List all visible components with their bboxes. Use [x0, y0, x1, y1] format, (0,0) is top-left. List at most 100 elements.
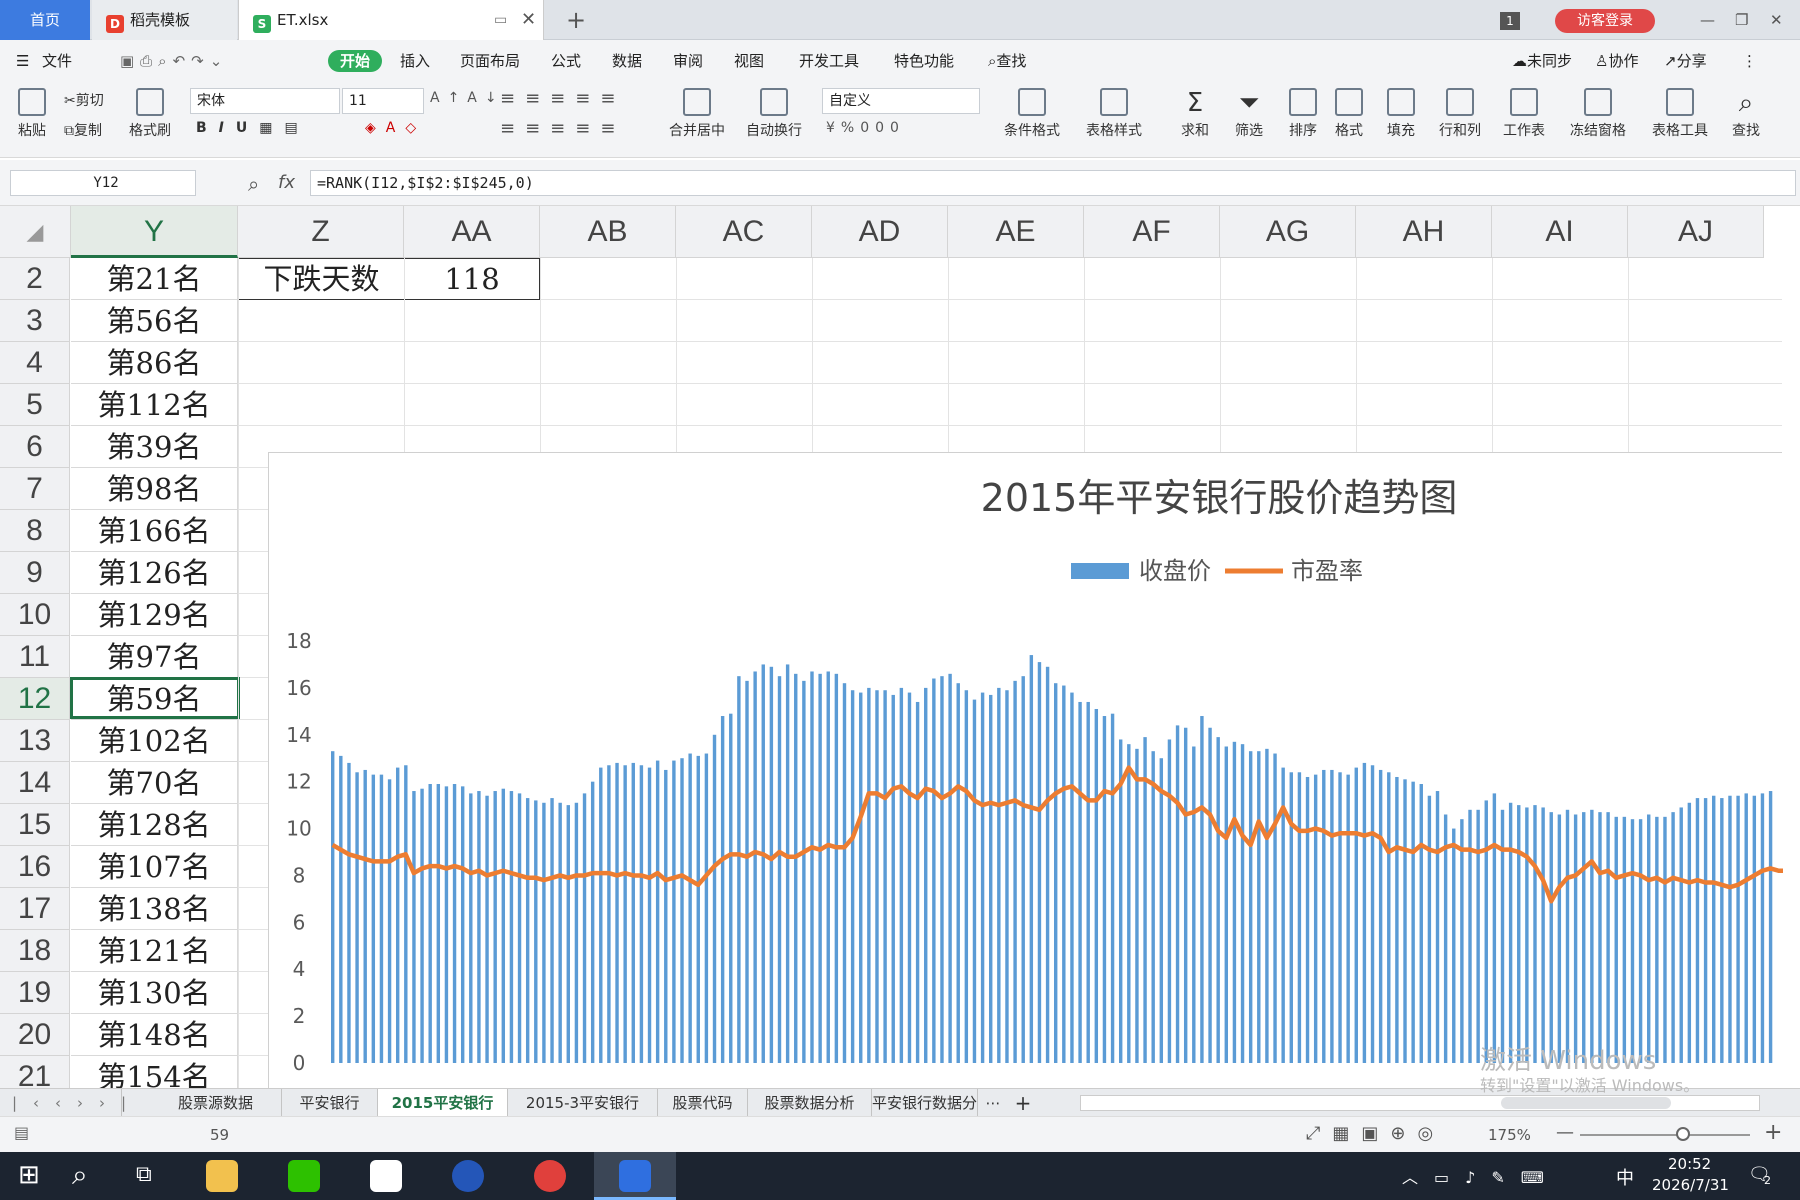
- cell-Y14[interactable]: 第70名: [71, 762, 238, 804]
- row-header-6[interactable]: 6: [0, 426, 70, 468]
- table-style-button[interactable]: 表格样式: [1078, 88, 1150, 140]
- collab-button[interactable]: ♙协作: [1595, 50, 1638, 72]
- row-header-7[interactable]: 7: [0, 468, 70, 510]
- cell-Y15[interactable]: 第128名: [71, 804, 238, 846]
- tab-home[interactable]: 首页: [0, 0, 90, 40]
- cell-Y9[interactable]: 第126名: [71, 552, 238, 594]
- tab-docer-templates[interactable]: D 稻壳模板: [92, 0, 237, 40]
- format-button[interactable]: 格式: [1328, 88, 1370, 140]
- find-button[interactable]: ⌕ 查找: [1724, 88, 1768, 140]
- name-box[interactable]: Y12: [10, 170, 196, 196]
- restore-icon[interactable]: ❐: [1735, 0, 1748, 40]
- sort-button[interactable]: 排序: [1282, 88, 1324, 140]
- color-icons[interactable]: ◈A◇: [365, 120, 426, 136]
- clock-time[interactable]: 20:52: [1668, 1155, 1711, 1173]
- menu-special[interactable]: 特色功能: [894, 50, 954, 72]
- col-header-AE[interactable]: AE: [948, 206, 1084, 258]
- zoom-level[interactable]: 175%: [1488, 1126, 1531, 1144]
- stock-app-icon[interactable]: [452, 1160, 484, 1192]
- cell-Y6[interactable]: 第39名: [71, 426, 238, 468]
- cell-Y12[interactable]: 第59名: [71, 678, 238, 720]
- row-header-14[interactable]: 14: [0, 762, 70, 804]
- sheet-nav-arrows[interactable]: |‹‹››|: [12, 1089, 126, 1117]
- row-header-4[interactable]: 4: [0, 342, 70, 384]
- row-col-button[interactable]: 行和列: [1432, 88, 1488, 140]
- font-family-select[interactable]: 宋体: [190, 88, 340, 114]
- row-header-9[interactable]: 9: [0, 552, 70, 594]
- menu-file[interactable]: 文件: [42, 50, 72, 72]
- format-painter-button[interactable]: 格式刷: [127, 88, 173, 140]
- cell-Y3[interactable]: 第56名: [71, 300, 238, 342]
- sheet-tab-2[interactable]: 2015平安银行: [378, 1089, 508, 1117]
- zoom-formula-icon[interactable]: ⌕: [248, 172, 259, 196]
- cell-Y17[interactable]: 第138名: [71, 888, 238, 930]
- zoom-out-icon[interactable]: —: [1556, 1122, 1574, 1143]
- col-header-AB[interactable]: AB: [540, 206, 676, 258]
- row-header-21[interactable]: 21: [0, 1056, 70, 1088]
- worksheet-button[interactable]: 工作表: [1498, 88, 1550, 140]
- row-header-15[interactable]: 15: [0, 804, 70, 846]
- clock-date[interactable]: 2026/7/31: [1652, 1176, 1729, 1194]
- menu-dev-tools[interactable]: 开发工具: [799, 50, 859, 72]
- sheet-tab-4[interactable]: 股票代码: [658, 1089, 748, 1117]
- col-header-AH[interactable]: AH: [1356, 206, 1492, 258]
- chrome-icon[interactable]: [534, 1160, 566, 1192]
- row-header-16[interactable]: 16: [0, 846, 70, 888]
- cell-Y19[interactable]: 第130名: [71, 972, 238, 1014]
- row-header-2[interactable]: 2: [0, 258, 70, 300]
- row-header-10[interactable]: 10: [0, 594, 70, 636]
- conditional-format-button[interactable]: 条件格式: [996, 88, 1068, 140]
- select-all-corner[interactable]: ◢: [0, 206, 71, 258]
- cell-Y13[interactable]: 第102名: [71, 720, 238, 762]
- row-header-18[interactable]: 18: [0, 930, 70, 972]
- windows-start-icon[interactable]: ⊞: [18, 1160, 40, 1190]
- align-top-icons[interactable]: ≡≡≡≡≡: [500, 88, 625, 109]
- cut-button[interactable]: ✂剪切: [64, 90, 104, 110]
- wps-office-taskbar-item[interactable]: [594, 1152, 676, 1200]
- col-header-AD[interactable]: AD: [812, 206, 948, 258]
- text-style-icons[interactable]: BIU▦▤: [196, 120, 310, 136]
- tab-et-xlsx[interactable]: S ET.xlsx ▭ ✕: [238, 0, 544, 40]
- wechat-icon[interactable]: [288, 1160, 320, 1192]
- menu-search[interactable]: ⌕查找: [988, 50, 1026, 72]
- sheet-tab-5[interactable]: 股票数据分析: [748, 1089, 872, 1117]
- taskbar-search-icon[interactable]: ⌕: [72, 1158, 88, 1192]
- cell-Y18[interactable]: 第121名: [71, 930, 238, 972]
- file-explorer-icon[interactable]: [206, 1160, 238, 1192]
- sheet-tab-1[interactable]: 平安银行: [282, 1089, 378, 1117]
- float-window-icon[interactable]: ▭: [494, 0, 507, 40]
- menu-insert[interactable]: 插入: [400, 50, 430, 72]
- hamburger-icon[interactable]: ☰: [16, 50, 29, 72]
- row-header-17[interactable]: 17: [0, 888, 70, 930]
- cell-Y10[interactable]: 第129名: [71, 594, 238, 636]
- horizontal-scrollbar[interactable]: [1080, 1095, 1760, 1111]
- menu-start[interactable]: 开始: [328, 50, 383, 72]
- formula-input[interactable]: =RANK(I12,$I$2:$I$245,0): [310, 170, 1796, 196]
- chart-area[interactable]: 2015年平安银行股价趋势图 收盘价 市盈率 0 2 4 6 8 10 12 14 16 18: [268, 452, 1800, 1088]
- merge-center-button[interactable]: 合并居中: [660, 88, 734, 140]
- cell-Y5[interactable]: 第112名: [71, 384, 238, 426]
- minimize-icon[interactable]: —: [1700, 0, 1715, 40]
- sum-button[interactable]: Σ 求和: [1174, 88, 1216, 140]
- zoom-slider-handle[interactable]: [1676, 1127, 1690, 1141]
- row-header-12[interactable]: 12: [0, 678, 70, 720]
- zoom-slider[interactable]: [1580, 1134, 1750, 1136]
- tray-icons[interactable]: ︿▭♪✎⌨: [1402, 1164, 1560, 1188]
- row-header-13[interactable]: 13: [0, 720, 70, 762]
- row-header-3[interactable]: 3: [0, 300, 70, 342]
- align-horizontal-icons[interactable]: ≡≡≡≡≡: [500, 118, 625, 139]
- copy-button[interactable]: ⧉复制: [64, 120, 102, 140]
- horizontal-scroll-thumb[interactable]: [1501, 1097, 1671, 1109]
- freeze-panes-button[interactable]: 冻结窗格: [1562, 88, 1634, 140]
- paste-button[interactable]: 粘贴: [12, 88, 52, 140]
- table-tools-button[interactable]: 表格工具: [1644, 88, 1716, 140]
- col-header-AG[interactable]: AG: [1220, 206, 1356, 258]
- new-tab-icon[interactable]: +: [566, 0, 586, 40]
- sheet-tab-6[interactable]: 平安银行数据分: [872, 1089, 978, 1117]
- row-header-8[interactable]: 8: [0, 510, 70, 552]
- number-format-icons[interactable]: ¥%000: [826, 120, 905, 136]
- row-header-20[interactable]: 20: [0, 1014, 70, 1056]
- col-header-AJ[interactable]: AJ: [1628, 206, 1764, 258]
- view-mode-icons[interactable]: ⤢▦▣⊕◎: [1306, 1123, 1445, 1144]
- macro-icon[interactable]: ▤: [14, 1123, 29, 1142]
